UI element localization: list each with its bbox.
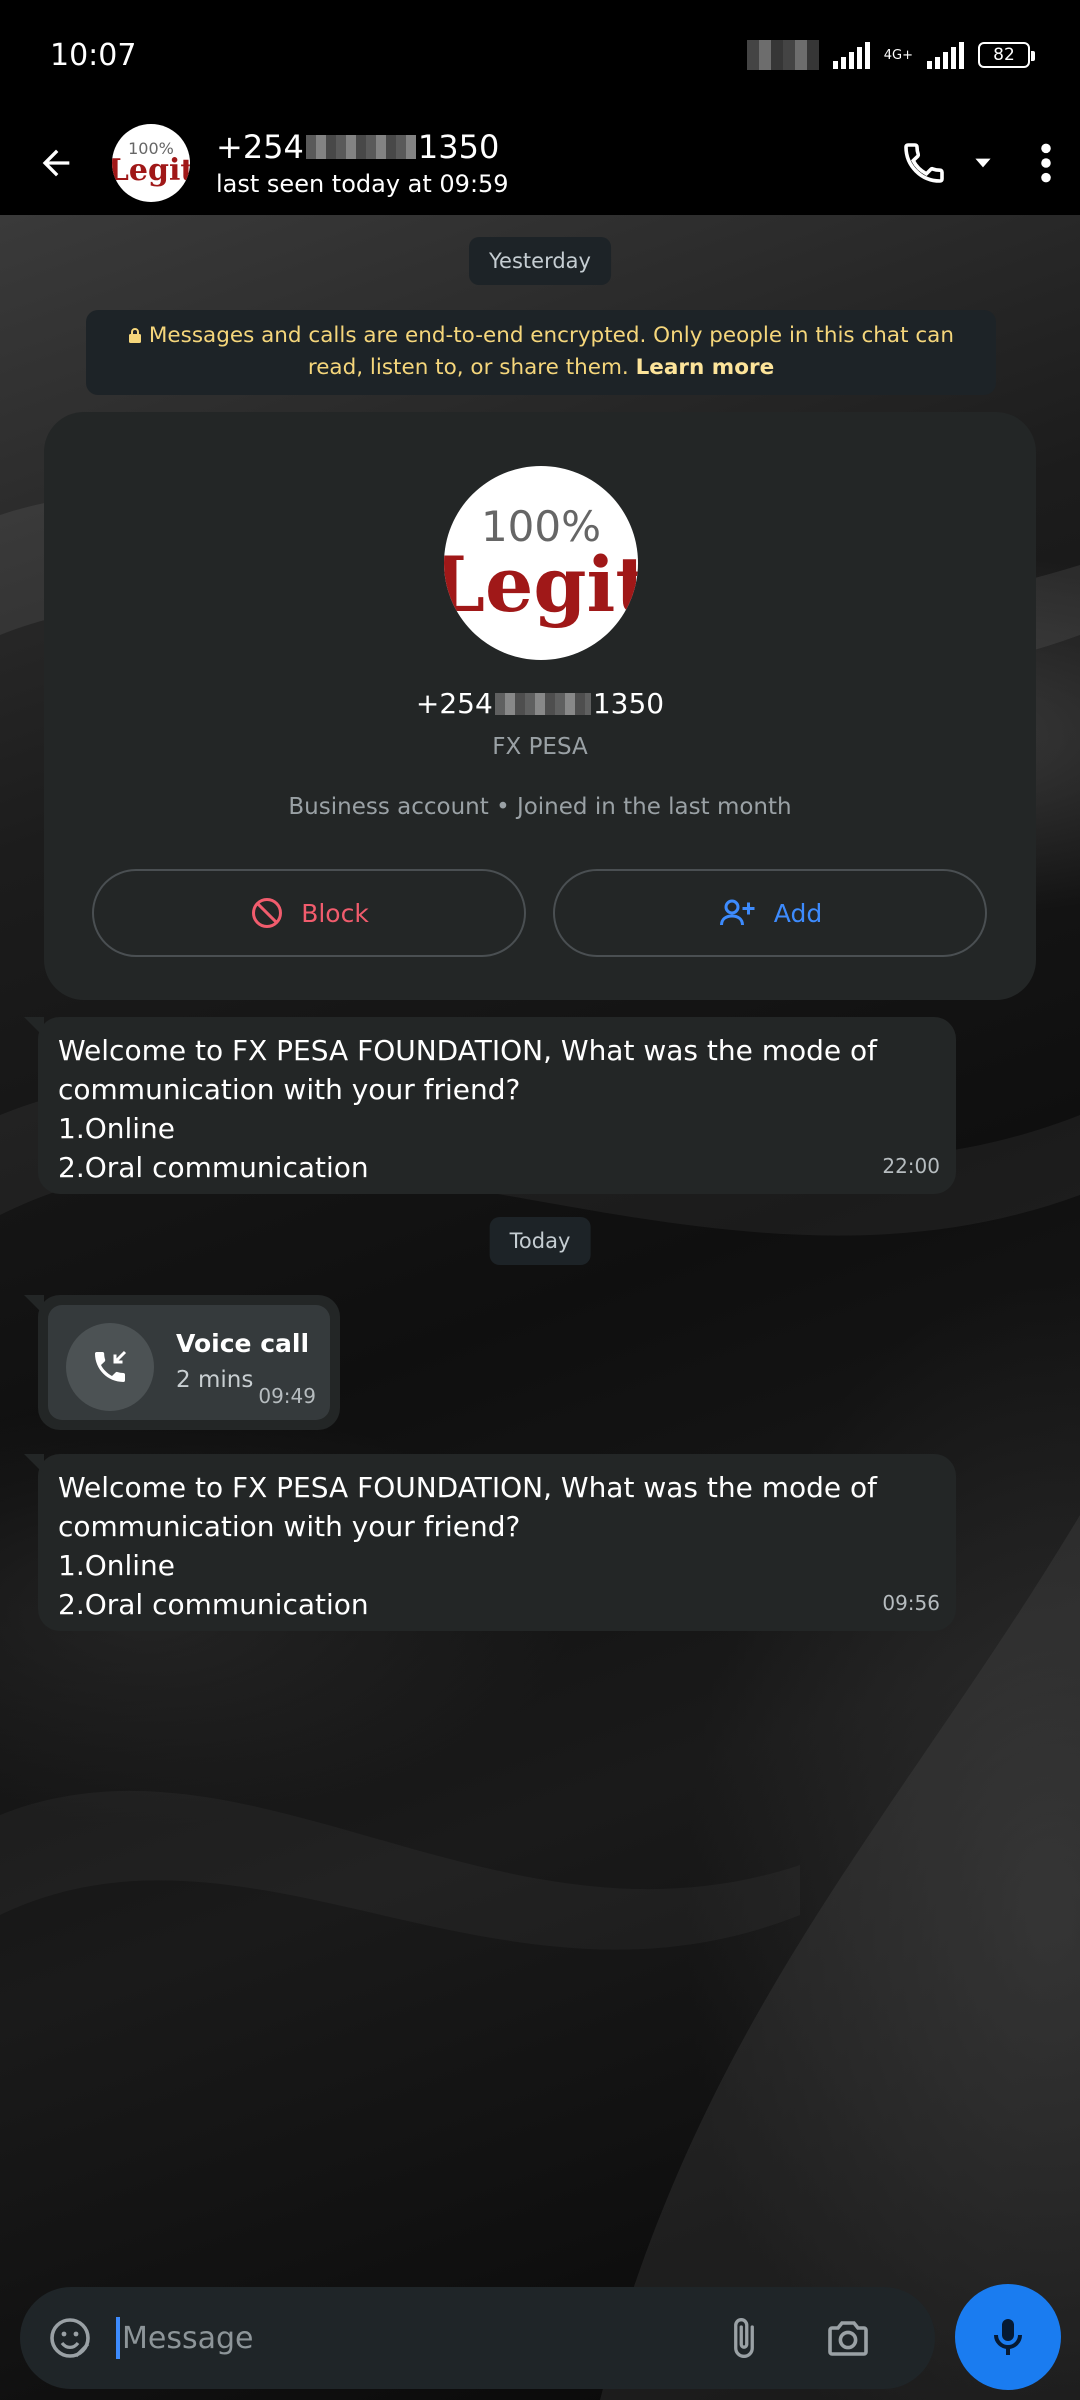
signal-icon: [832, 41, 870, 69]
contact-info[interactable]: +254 1350 last seen today at 09:59: [216, 128, 509, 198]
phone-icon: [904, 142, 944, 183]
add-label: Add: [773, 898, 823, 928]
attach-button[interactable]: [722, 2314, 766, 2362]
block-icon: [252, 898, 283, 928]
voice-call-message[interactable]: Voice call 2 mins 09:49: [24, 1295, 340, 1430]
camera-button[interactable]: [824, 2314, 872, 2362]
contact-name: +254 1350: [216, 127, 500, 166]
business-name: FX PESA: [492, 734, 588, 760]
voice-call-button[interactable]: [900, 139, 948, 187]
incoming-message[interactable]: Welcome to FX PESA FOUNDATION, What was …: [24, 1017, 956, 1194]
caret-down-icon: [975, 158, 991, 167]
voice-call-card: Voice call 2 mins 09:49: [48, 1305, 330, 1420]
battery-icon: 82: [978, 42, 1035, 68]
incoming-message[interactable]: Welcome to FX PESA FOUNDATION, What was …: [24, 1454, 956, 1631]
incoming-call-icon: [95, 1350, 127, 1382]
incoming-call-icon-wrap: [66, 1323, 154, 1411]
status-bar: 10:07 4G+ 82: [0, 0, 1080, 110]
message-composer: [20, 2287, 935, 2389]
call-title: Voice call: [176, 1329, 310, 1358]
profile-phone: +254 1350: [415, 687, 665, 720]
obscured-icons: [746, 40, 819, 70]
add-person-icon: [719, 899, 755, 926]
call-options-dropdown[interactable]: [970, 150, 996, 176]
call-time: 09:49: [258, 1384, 316, 1408]
learn-more-link[interactable]: Learn more: [636, 355, 775, 380]
text-cursor: [116, 2317, 120, 2359]
microphone-icon: [994, 2319, 1022, 2355]
encryption-text: Messages and calls are end-to-end encryp…: [148, 323, 954, 380]
voice-message-button[interactable]: [955, 2284, 1061, 2390]
back-button[interactable]: [26, 133, 86, 193]
status-time: 10:07: [50, 37, 137, 73]
kebab-menu-icon: [1041, 143, 1051, 182]
sticker-icon: [50, 2318, 90, 2358]
camera-icon: [828, 2321, 868, 2356]
last-seen-status: last seen today at 09:59: [216, 169, 509, 198]
status-icons: 4G+ 82: [746, 40, 1035, 70]
call-duration: 2 mins: [176, 1367, 254, 1393]
business-profile-card: 100% Legit +254 1350 FX PESA Business ac…: [44, 412, 1036, 1000]
message-time: 22:00: [882, 1154, 940, 1178]
block-label: Block: [301, 898, 369, 928]
add-contact-button[interactable]: Add: [553, 869, 987, 957]
profile-avatar[interactable]: 100% Legit: [444, 466, 638, 660]
message-time: 09:56: [882, 1591, 940, 1615]
block-button[interactable]: Block: [92, 869, 526, 957]
redacted-number: [305, 134, 416, 159]
contact-avatar[interactable]: 100% Legit: [112, 123, 190, 202]
date-chip-yesterday: Yesterday: [469, 237, 611, 285]
date-chip-today: Today: [489, 1217, 591, 1265]
paperclip-icon: [734, 2318, 754, 2358]
lock-icon: [129, 328, 141, 343]
chat-header: 100% Legit +254 1350 last seen today at …: [0, 110, 1080, 215]
network-type: 4G+: [883, 47, 913, 63]
encryption-notice[interactable]: Messages and calls are end-to-end encryp…: [86, 310, 996, 395]
message-input[interactable]: [122, 2320, 682, 2356]
redacted-number: [494, 692, 591, 715]
header-actions: [900, 139, 1056, 187]
account-meta: Business account • Joined in the last mo…: [288, 794, 792, 820]
more-options-button[interactable]: [1036, 141, 1056, 185]
signal-icon-2: [927, 41, 964, 69]
back-arrow-icon: [42, 149, 70, 176]
battery-level: 82: [993, 45, 1015, 65]
sticker-button[interactable]: [46, 2314, 94, 2362]
